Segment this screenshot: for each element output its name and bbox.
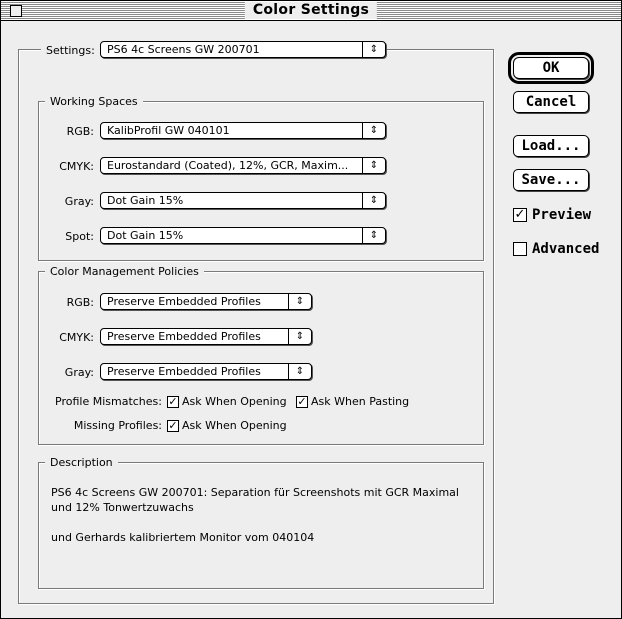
ws-gray-popup[interactable]: Dot Gain 15% ⇕	[100, 192, 386, 209]
advanced-label[interactable]: Advanced	[532, 241, 599, 257]
updown-arrows-icon: ⇕	[362, 193, 385, 208]
description-title: Description	[45, 456, 118, 469]
cmp-gray-popup[interactable]: Preserve Embedded Profiles ⇕	[100, 363, 312, 380]
description-line-3: und Gerhards kalibriertem Monitor vom 04…	[51, 531, 315, 544]
load-button[interactable]: Load...	[513, 135, 589, 157]
preview-checkbox[interactable]: ✓	[513, 208, 527, 222]
checkmark-icon: ✓	[297, 395, 307, 408]
ask-opening-checkbox[interactable]: ✓	[167, 396, 179, 408]
policies-title: Color Management Policies	[45, 265, 204, 278]
ws-rgb-value: KalibProfil GW 040101	[107, 124, 230, 137]
ask-pasting-checkbox[interactable]: ✓	[296, 396, 308, 408]
title-bar[interactable]: Color Settings	[1, 1, 621, 21]
updown-arrows-icon: ⇕	[288, 364, 311, 379]
ws-gray-label: Gray:	[64, 195, 94, 208]
cmp-gray-value: Preserve Embedded Profiles	[107, 365, 261, 378]
updown-arrows-icon: ⇕	[362, 228, 385, 243]
ws-gray-value: Dot Gain 15%	[107, 194, 184, 207]
preview-label[interactable]: Preview	[532, 207, 591, 223]
updown-arrows-icon: ⇕	[288, 329, 311, 344]
ws-spot-label: Spot:	[65, 230, 94, 243]
cmp-rgb-popup[interactable]: Preserve Embedded Profiles ⇕	[100, 293, 312, 310]
updown-arrows-icon: ⇕	[362, 123, 385, 138]
ws-cmyk-label: CMYK:	[59, 160, 94, 173]
checkmark-icon: ✓	[514, 207, 526, 222]
updown-arrows-icon: ⇕	[362, 158, 385, 173]
missing-ask-opening-label[interactable]: Ask When Opening	[182, 419, 287, 433]
settings-popup-value: PS6 4c Screens GW 200701	[107, 43, 260, 56]
save-button[interactable]: Save...	[513, 169, 589, 191]
description-line-2: und 12% Tonwertzuwachs	[51, 501, 194, 514]
advanced-checkbox[interactable]	[513, 242, 527, 256]
updown-arrows-icon: ⇕	[288, 294, 311, 309]
working-spaces-title: Working Spaces	[45, 95, 143, 108]
cancel-button[interactable]: Cancel	[513, 91, 589, 113]
ask-pasting-label[interactable]: Ask When Pasting	[311, 395, 409, 409]
profile-mismatches-label: Profile Mismatches:	[55, 395, 162, 408]
cmp-gray-label: Gray:	[64, 366, 94, 379]
cmp-rgb-label: RGB:	[66, 296, 94, 309]
updown-arrows-icon: ⇕	[362, 42, 385, 57]
checkmark-icon: ✓	[168, 395, 178, 408]
ws-cmyk-value: Eurostandard (Coated), 12%, GCR, Maxim..…	[107, 159, 349, 172]
cmp-cmyk-label: CMYK:	[59, 331, 94, 344]
close-box[interactable]	[10, 5, 22, 17]
settings-popup[interactable]: PS6 4c Screens GW 200701 ⇕	[100, 41, 386, 58]
checkmark-icon: ✓	[168, 419, 178, 432]
ws-rgb-label: RGB:	[66, 125, 94, 138]
cmp-cmyk-popup[interactable]: Preserve Embedded Profiles ⇕	[100, 328, 312, 345]
description-line-1: PS6 4c Screens GW 200701: Separation für…	[51, 486, 459, 499]
cmp-rgb-value: Preserve Embedded Profiles	[107, 295, 261, 308]
missing-profiles-label: Missing Profiles:	[73, 419, 162, 432]
missing-ask-opening-checkbox[interactable]: ✓	[167, 420, 179, 432]
ok-button[interactable]: OK	[508, 52, 594, 84]
ws-spot-popup[interactable]: Dot Gain 15% ⇕	[100, 227, 386, 244]
color-settings-dialog: Color Settings Settings: PS6 4c Screens …	[0, 0, 622, 619]
description-group	[38, 462, 484, 589]
ask-opening-label[interactable]: Ask When Opening	[182, 395, 287, 409]
settings-label: Settings:	[41, 44, 100, 57]
cmp-cmyk-value: Preserve Embedded Profiles	[107, 330, 261, 343]
window-title: Color Settings	[244, 2, 378, 19]
ws-spot-value: Dot Gain 15%	[107, 229, 184, 242]
ws-rgb-popup[interactable]: KalibProfil GW 040101 ⇕	[100, 122, 386, 139]
ws-cmyk-popup[interactable]: Eurostandard (Coated), 12%, GCR, Maxim..…	[100, 157, 386, 174]
